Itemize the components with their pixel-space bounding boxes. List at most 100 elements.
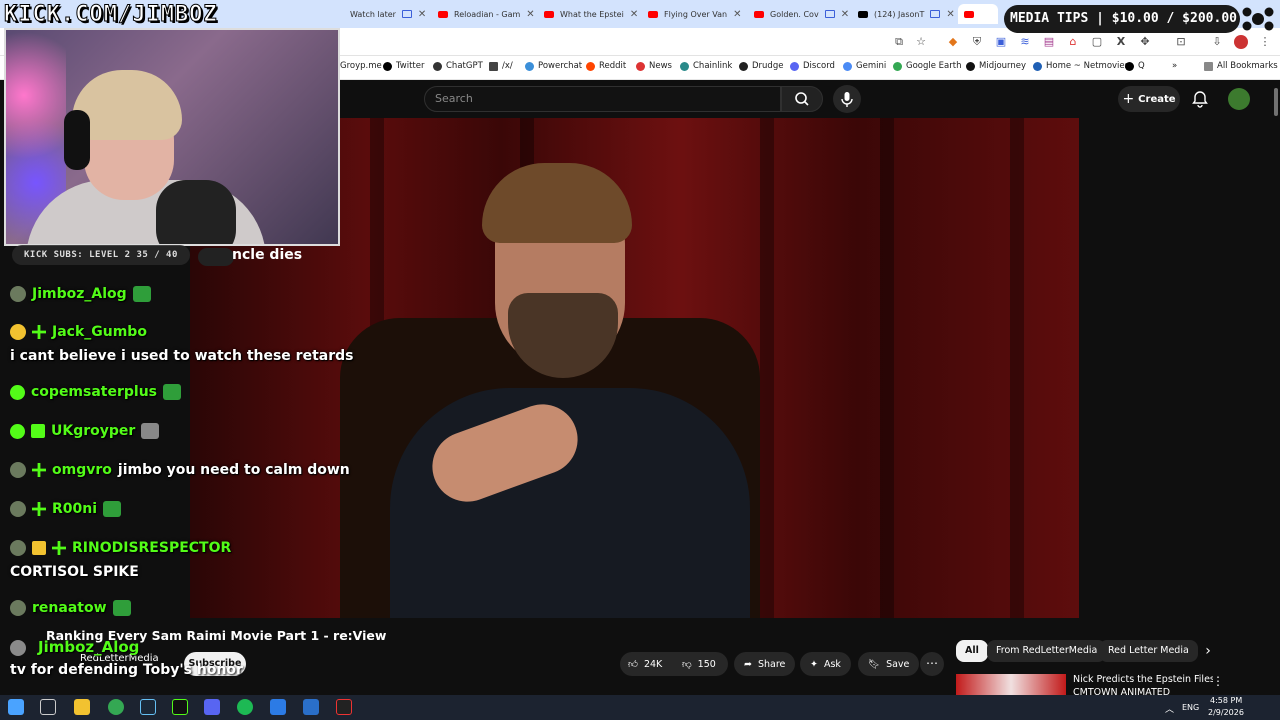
clock-date[interactable]: 2/9/2026	[1208, 708, 1244, 717]
create-button[interactable]: + Create	[1118, 86, 1180, 112]
chrome-icon[interactable]	[108, 699, 124, 715]
tab-x-jason[interactable]: (124) JasonT ✕	[852, 4, 956, 24]
microphone	[156, 180, 236, 244]
save-label: Save	[886, 658, 910, 670]
language-indicator[interactable]: ENG	[1182, 703, 1199, 712]
overlay-chat-text: tv for defending Toby's honor	[10, 662, 243, 678]
like-button[interactable]: 👍︎ 24K	[628, 652, 662, 676]
tab-search-icon[interactable]: ⊡	[1174, 35, 1188, 49]
bookmark-item[interactable]: Chainlink	[680, 61, 732, 71]
search-input[interactable]: Search	[424, 86, 781, 112]
share-button[interactable]: ➦ Share	[734, 652, 796, 676]
x-extension-icon[interactable]: X	[1114, 35, 1128, 49]
tab-close-icon[interactable]: ✕	[418, 9, 426, 20]
wifi-extension-icon[interactable]: ≋	[1018, 35, 1032, 49]
bookmark-star-icon[interactable]: ☆	[914, 35, 928, 49]
app-icon[interactable]	[270, 699, 286, 715]
notifications-bell-icon[interactable]	[1190, 89, 1210, 109]
tab-golden[interactable]: Golden. Cov ✕	[748, 4, 850, 24]
task-view-icon[interactable]	[40, 699, 56, 715]
clock-time[interactable]: 4:58 PM	[1210, 696, 1242, 705]
bookmark-item[interactable]: ChatGPT	[433, 61, 483, 71]
tab-active[interactable]	[958, 4, 998, 24]
bookmark-item[interactable]: Drudge	[739, 61, 783, 71]
chat-message: i cant believe i used to watch these ret…	[10, 348, 353, 364]
extension-icon[interactable]: ▤	[1042, 35, 1056, 49]
puzzle-icon[interactable]: ✥	[1138, 35, 1152, 49]
chat-username: Jimboz_Alog	[32, 286, 127, 302]
bookmark-item[interactable]: Google Earth	[893, 61, 961, 71]
bookmark-item[interactable]: Twitter	[383, 61, 425, 71]
all-bookmarks[interactable]: All Bookmarks	[1204, 61, 1278, 71]
page-scrollbar[interactable]	[1272, 80, 1280, 620]
menu-kebab-icon[interactable]: ⋮	[1258, 35, 1272, 49]
tab-watch-later[interactable]: Watch later ✕	[344, 4, 430, 24]
user-avatar	[10, 286, 26, 302]
bookmark-item[interactable]: Powerchat	[525, 61, 582, 71]
scrollbar-thumb[interactable]	[1274, 88, 1278, 116]
bookmark-item[interactable]: Reddit	[586, 61, 626, 71]
bookmark-item[interactable]: News	[636, 61, 672, 71]
extension-icon[interactable]: ⌂	[1066, 35, 1080, 49]
tab-close-icon[interactable]: ✕	[841, 9, 849, 20]
bookmark-item[interactable]: Midjourney	[966, 61, 1026, 71]
chip-all[interactable]: All	[956, 640, 988, 662]
file-explorer-icon[interactable]	[74, 699, 90, 715]
bookmark-item[interactable]: Home ~ Netmovies	[1033, 61, 1129, 71]
bookmarks-overflow-chevron-icon[interactable]: »	[1172, 61, 1177, 71]
ask-button[interactable]: ✦ Ask	[800, 652, 851, 676]
discord-icon[interactable]	[204, 699, 220, 715]
app-icon[interactable]	[336, 699, 352, 715]
bookmark-item[interactable]: Q	[1125, 61, 1145, 71]
bookmark-item[interactable]: Gemini	[843, 61, 886, 71]
video-details: Ranking Every Sam Raimi Movie Part 1 - r…	[0, 618, 1280, 698]
tab-close-icon[interactable]: ✕	[946, 9, 954, 20]
chat-message: RINODISRESPECTOR	[10, 540, 231, 556]
bookmark-item[interactable]: /x/	[489, 61, 513, 71]
install-app-icon[interactable]: ⧉	[892, 35, 906, 49]
google-earth-icon	[893, 61, 902, 71]
bookmark-label: Groyp.me	[340, 61, 382, 71]
shield-extension-icon[interactable]: ⛨	[970, 35, 984, 49]
chip-red-letter-media[interactable]: Red Letter Media	[1099, 640, 1198, 662]
recommended-menu-icon[interactable]: ⋮	[1212, 674, 1224, 688]
tab-close-icon[interactable]: ✕	[630, 9, 638, 20]
steam-icon[interactable]	[140, 699, 156, 715]
tab-flying[interactable]: Flying Over Van ✕	[642, 4, 746, 24]
metamask-extension-icon[interactable]: ◆	[946, 35, 960, 49]
tab-reloadian[interactable]: Reloadian - Gam ✕	[432, 4, 536, 24]
start-windows-icon[interactable]	[8, 699, 24, 715]
save-button[interactable]: 🔖︎ Save	[858, 652, 920, 676]
chip-from-channel[interactable]: From RedLetterMedia	[987, 640, 1107, 662]
recommended-thumbnail[interactable]	[956, 674, 1066, 696]
telegram-icon[interactable]	[303, 699, 319, 715]
account-avatar[interactable]	[1228, 88, 1250, 110]
grid-icon	[489, 61, 498, 71]
more-actions-button[interactable]: ⋯	[920, 652, 944, 676]
chat-username: copemsaterplus	[31, 384, 158, 400]
spotify-icon[interactable]	[237, 699, 253, 715]
chat-text: CORTISOL SPIKE	[10, 564, 139, 580]
tab-close-icon[interactable]: ✕	[526, 9, 534, 20]
tab-close-icon[interactable]: ✕	[733, 9, 741, 20]
extension-icon[interactable]: ▣	[994, 35, 1008, 49]
youtube-header: Search + Create	[340, 80, 1280, 118]
chevron-right-icon[interactable]: ›	[1198, 640, 1218, 662]
dislike-button[interactable]: 👎︎ 150	[682, 652, 716, 676]
recommended-title-line: Nick Predicts the Epstein Files |	[1073, 674, 1213, 685]
downloads-icon[interactable]: ⇩	[1210, 35, 1224, 49]
chat-text: i cant believe i used to watch these ret…	[10, 348, 354, 364]
tab-epstein[interactable]: What the Epstei ✕	[538, 4, 640, 24]
extension-icon[interactable]: ▢	[1090, 35, 1104, 49]
tray-chevron-up-icon[interactable]: ︿	[1165, 702, 1174, 715]
all-bookmarks-label: All Bookmarks	[1217, 61, 1278, 71]
chat-text: jimbo you need to calm down	[117, 462, 350, 478]
search-button[interactable]	[781, 86, 823, 112]
channel-avatar[interactable]	[10, 640, 26, 656]
voice-search-button[interactable]	[833, 85, 861, 113]
terminal-icon[interactable]	[172, 699, 188, 715]
profile-avatar-icon[interactable]	[1234, 35, 1248, 49]
bookmark-item[interactable]: Groyp.me	[340, 61, 382, 71]
user-avatar	[10, 600, 26, 616]
bookmark-item[interactable]: Discord	[790, 61, 835, 71]
